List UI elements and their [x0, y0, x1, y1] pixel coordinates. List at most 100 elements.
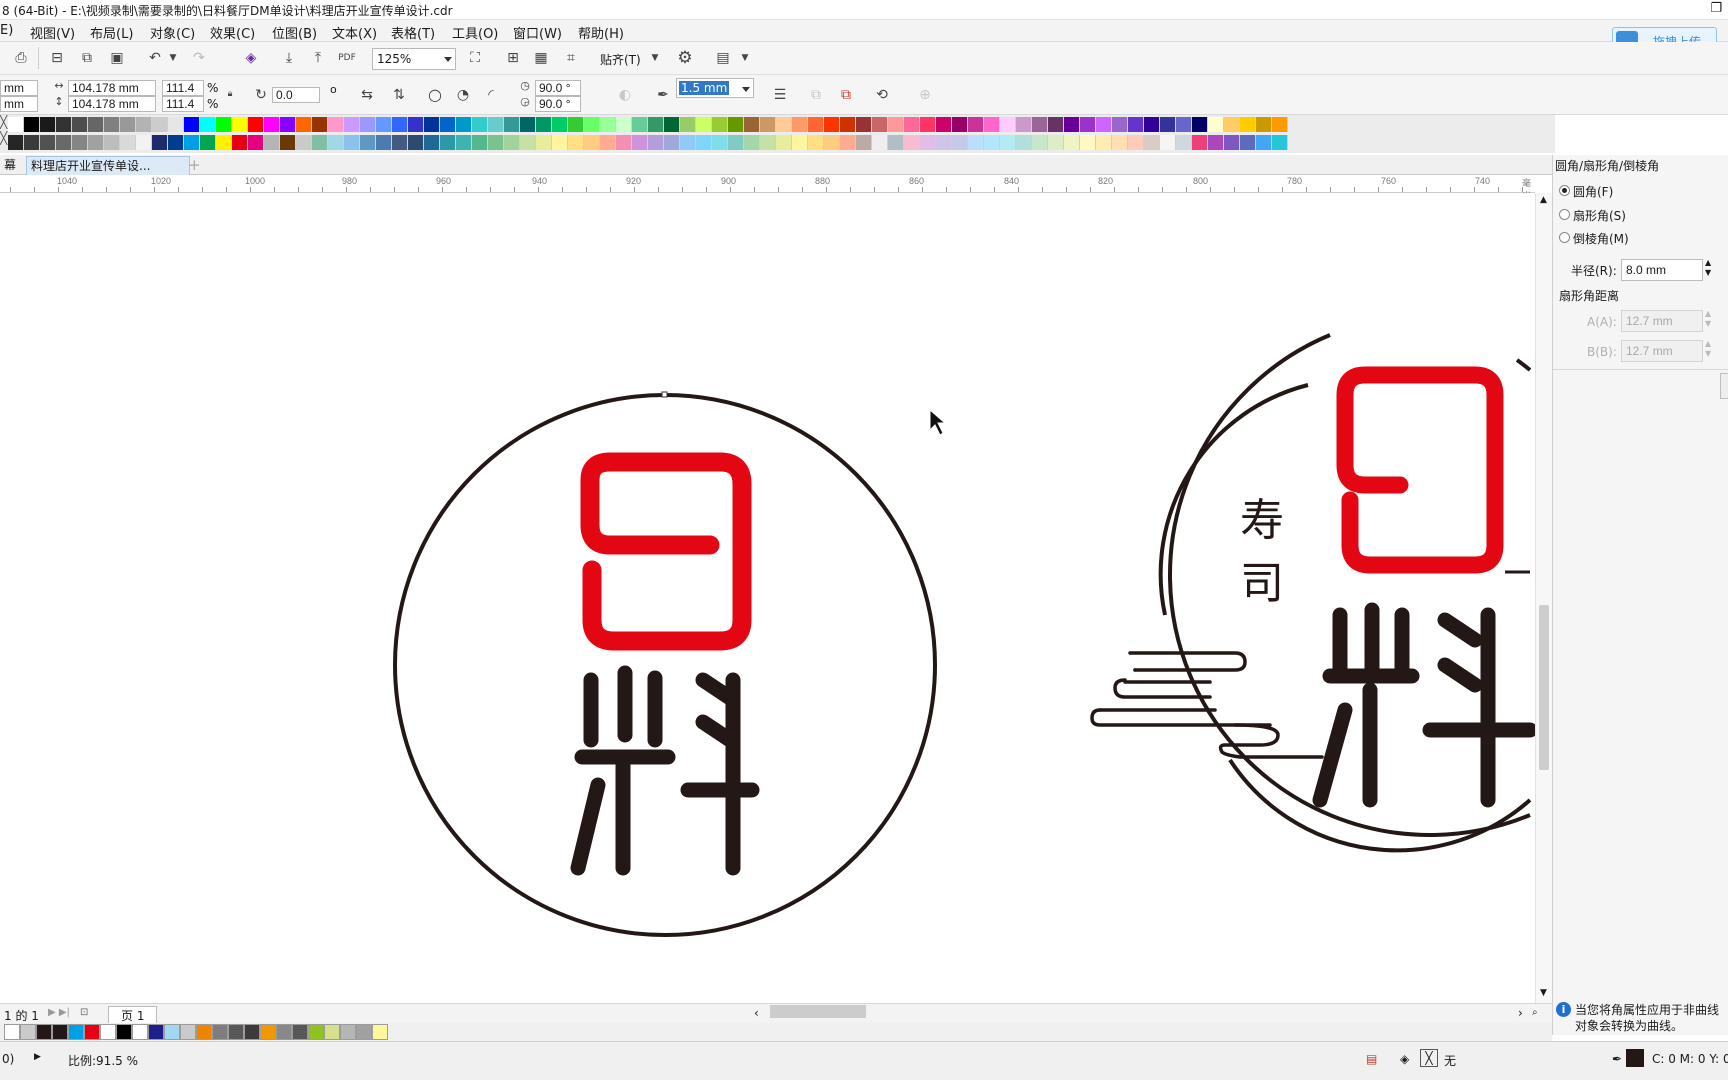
cut-icon[interactable]: ⊟: [46, 47, 68, 69]
color-swatch[interactable]: [872, 135, 888, 150]
color-swatch[interactable]: [504, 135, 520, 150]
color-swatch[interactable]: [344, 135, 360, 150]
page-tab[interactable]: 页 1: [108, 1006, 158, 1024]
menu-object[interactable]: 对象(C): [150, 23, 195, 42]
lock-ratio-icon[interactable]: 🔒︎: [219, 83, 241, 105]
color-swatch[interactable]: [584, 117, 600, 132]
color-swatch[interactable]: [296, 135, 312, 150]
tab-welcome[interactable]: 幕: [0, 156, 20, 175]
menu-edit[interactable]: E): [0, 23, 13, 38]
color-swatch[interactable]: [88, 117, 104, 132]
fill-bucket-icon[interactable]: ◈: [1400, 1052, 1409, 1066]
color-swatch[interactable]: [776, 135, 792, 150]
color-swatch[interactable]: [760, 117, 776, 132]
color-swatch[interactable]: [488, 135, 504, 150]
color-swatch[interactable]: [24, 135, 40, 150]
zoom-icon[interactable]: ⌕: [1532, 1007, 1538, 1018]
scale-height-field[interactable]: 111.4: [162, 96, 204, 112]
color-swatch[interactable]: [168, 135, 184, 150]
color-swatch[interactable]: [56, 117, 72, 132]
color-swatch[interactable]: [1048, 135, 1064, 150]
color-swatch[interactable]: [776, 117, 792, 132]
mirror-vertical-icon[interactable]: ⇅: [388, 84, 410, 106]
end-angle-field[interactable]: 90.0 °: [535, 96, 581, 112]
color-swatch[interactable]: [72, 117, 88, 132]
scale-width-field[interactable]: 111.4: [162, 80, 204, 96]
color-swatch[interactable]: [1256, 117, 1272, 132]
color-swatch[interactable]: [312, 117, 328, 132]
redo-icon[interactable]: ↷: [188, 47, 210, 69]
color-swatch[interactable]: [408, 117, 424, 132]
color-swatch[interactable]: [648, 117, 664, 132]
color-swatch[interactable]: [824, 117, 840, 132]
color-swatch[interactable]: [184, 117, 200, 132]
color-swatch[interactable]: [904, 135, 920, 150]
rulers-icon[interactable]: ⊞: [502, 47, 524, 69]
menu-layout[interactable]: 布局(L): [90, 23, 133, 42]
launcher-dropdown-icon[interactable]: ▼: [734, 47, 756, 69]
doc-color-swatch[interactable]: [20, 1024, 36, 1040]
color-swatch[interactable]: [920, 135, 936, 150]
color-swatch[interactable]: [1256, 135, 1272, 150]
color-swatch[interactable]: [232, 117, 248, 132]
color-swatch[interactable]: [1016, 135, 1032, 150]
color-swatch[interactable]: [536, 117, 552, 132]
color-swatch[interactable]: [1064, 135, 1080, 150]
color-swatch[interactable]: [40, 135, 56, 150]
color-swatch[interactable]: [72, 135, 88, 150]
color-swatch[interactable]: [104, 117, 120, 132]
color-swatch[interactable]: [664, 117, 680, 132]
color-swatch[interactable]: [1032, 135, 1048, 150]
color-swatch[interactable]: [744, 135, 760, 150]
menu-window[interactable]: 窗口(W): [513, 23, 562, 42]
right-logo[interactable]: 寿 司: [1090, 333, 1535, 853]
liao-strokes[interactable]: [570, 665, 760, 876]
color-swatch[interactable]: [840, 117, 856, 132]
to-front-icon[interactable]: ⧉: [805, 84, 827, 106]
rotation-field[interactable]: 0.0: [272, 87, 320, 103]
color-swatch[interactable]: [1000, 117, 1016, 132]
doc-color-swatch[interactable]: [292, 1024, 308, 1040]
color-swatch[interactable]: [680, 117, 696, 132]
color-swatch[interactable]: [952, 135, 968, 150]
color-swatch[interactable]: [1112, 135, 1128, 150]
apply-button[interactable]: [1720, 373, 1728, 399]
color-swatch[interactable]: [808, 117, 824, 132]
color-swatch[interactable]: [760, 135, 776, 150]
color-swatch[interactable]: [296, 117, 312, 132]
color-swatch[interactable]: [216, 135, 232, 150]
guidelines-icon[interactable]: ⌗: [560, 47, 582, 69]
color-swatch[interactable]: [568, 135, 584, 150]
color-swatch[interactable]: [600, 135, 616, 150]
option-scallop-label[interactable]: 扇形角(S): [1573, 207, 1626, 224]
grid-icon[interactable]: ▦: [530, 47, 552, 69]
color-swatch[interactable]: [520, 135, 536, 150]
color-swatch[interactable]: [552, 117, 568, 132]
color-swatch[interactable]: [456, 135, 472, 150]
ellipse-icon[interactable]: ○: [424, 84, 446, 106]
doc-color-swatch[interactable]: [372, 1024, 388, 1040]
no-color-icon-2[interactable]: ╳: [0, 131, 7, 145]
color-swatch[interactable]: [424, 135, 440, 150]
import-icon[interactable]: ⤓: [278, 47, 300, 69]
color-swatch[interactable]: [1192, 135, 1208, 150]
color-swatch[interactable]: [664, 135, 680, 150]
no-color-icon[interactable]: ╳: [0, 115, 7, 129]
expand-arrow-icon[interactable]: ▶: [34, 1052, 41, 1062]
color-swatch[interactable]: [248, 117, 264, 132]
color-swatch[interactable]: [328, 135, 344, 150]
color-swatch[interactable]: [1096, 135, 1112, 150]
color-swatch[interactable]: [152, 117, 168, 132]
export-icon[interactable]: ⤒: [307, 47, 329, 69]
color-swatch[interactable]: [840, 135, 856, 150]
print-icon[interactable]: ⎙: [10, 47, 32, 69]
doc-color-swatch[interactable]: [340, 1024, 356, 1040]
color-swatch[interactable]: [1000, 135, 1016, 150]
color-swatch[interactable]: [424, 117, 440, 132]
settings-icon[interactable]: ⚙: [674, 47, 696, 69]
tab-document[interactable]: 料理店开业宣传单设...: [26, 156, 190, 175]
color-swatch[interactable]: [968, 135, 984, 150]
color-swatch[interactable]: [648, 135, 664, 150]
option-fillet-label[interactable]: 圆角(F): [1573, 183, 1613, 200]
color-swatch[interactable]: [936, 117, 952, 132]
